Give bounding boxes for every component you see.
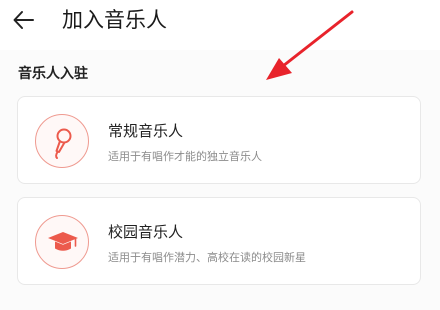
graduation-cap-icon: [48, 232, 78, 251]
microphone-icon: [55, 128, 72, 159]
main-content: 音乐人入驻 常规音乐人 适用于有唱作才能的独立音乐人 校园音乐人 适用于有唱作潜…: [0, 50, 440, 310]
arrow-left-icon: [13, 11, 34, 29]
back-button[interactable]: [10, 6, 38, 34]
option-description: 适用于有唱作潜力、高校在读的校园新星: [108, 251, 306, 264]
page-title: 加入音乐人: [62, 8, 167, 32]
section-title: 音乐人入驻: [18, 66, 88, 82]
option-title: 常规音乐人: [108, 122, 184, 140]
campus-musician-card[interactable]: 校园音乐人 适用于有唱作潜力、高校在读的校园新星: [17, 197, 421, 285]
option-description: 适用于有唱作才能的独立音乐人: [108, 150, 262, 163]
top-bar: 加入音乐人: [0, 0, 440, 50]
option-title: 校园音乐人: [108, 223, 184, 241]
regular-musician-card[interactable]: 常规音乐人 适用于有唱作才能的独立音乐人: [17, 96, 421, 184]
graduation-cap-icon-badge: [35, 215, 89, 269]
microphone-icon-badge: [35, 114, 89, 168]
